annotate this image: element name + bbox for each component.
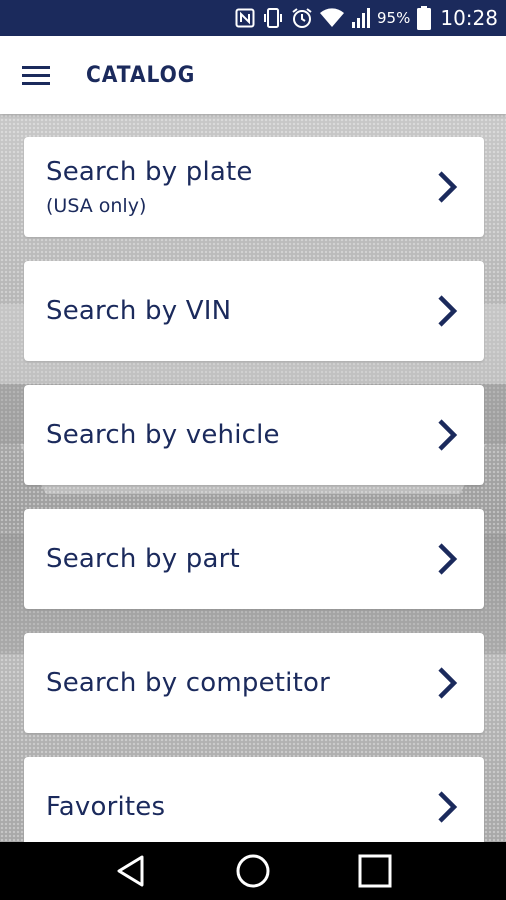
menu-item-search-by-part[interactable]: Search by part xyxy=(24,509,484,609)
system-nav-bar xyxy=(0,842,506,900)
nfc-icon xyxy=(235,8,255,28)
vibrate-icon xyxy=(262,7,284,29)
alarm-icon xyxy=(291,7,313,29)
wifi-icon xyxy=(320,8,345,28)
menu-item-label: Search by part xyxy=(46,544,240,574)
menu-item-search-by-vehicle[interactable]: Search by vehicle xyxy=(24,385,484,485)
menu-item-favorites[interactable]: Favorites xyxy=(24,757,484,842)
menu-item-search-by-competitor[interactable]: Search by competitor xyxy=(24,633,484,733)
chevron-right-icon xyxy=(438,419,458,451)
chevron-right-icon xyxy=(438,295,458,327)
catalog-menu: Search by plate (USA only) Search by VIN… xyxy=(0,114,506,842)
hamburger-menu-icon[interactable] xyxy=(22,55,62,95)
menu-item-search-by-plate[interactable]: Search by plate (USA only) xyxy=(24,137,484,237)
menu-item-label: Search by VIN xyxy=(46,296,232,326)
recents-icon[interactable] xyxy=(353,849,397,893)
menu-item-label: Search by competitor xyxy=(46,668,330,698)
battery-icon xyxy=(417,6,432,30)
status-bar: 95% 10:28 xyxy=(0,0,506,36)
app-bar: CATALOG xyxy=(0,36,506,114)
menu-item-label: Favorites xyxy=(46,792,166,822)
menu-item-label: Search by vehicle xyxy=(46,420,280,450)
page-title: CATALOG xyxy=(86,62,196,88)
battery-percent: 95% xyxy=(377,9,411,27)
back-icon[interactable] xyxy=(109,849,153,893)
menu-item-sublabel: (USA only) xyxy=(46,195,147,217)
home-icon[interactable] xyxy=(231,849,275,893)
menu-item-label: Search by plate xyxy=(46,157,253,187)
chevron-right-icon xyxy=(438,667,458,699)
chevron-right-icon xyxy=(438,171,458,203)
status-time: 10:28 xyxy=(440,6,498,30)
chevron-right-icon xyxy=(438,791,458,823)
chevron-right-icon xyxy=(438,543,458,575)
menu-item-search-by-vin[interactable]: Search by VIN xyxy=(24,261,484,361)
signal-icon xyxy=(351,7,373,29)
